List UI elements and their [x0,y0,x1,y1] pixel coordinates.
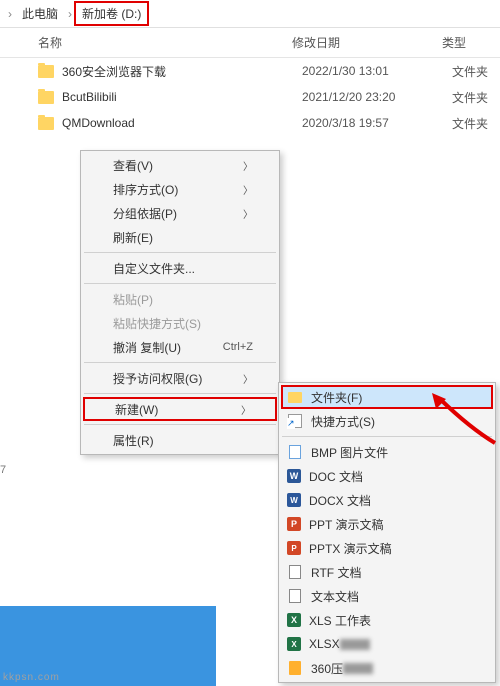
file-row[interactable]: QMDownload 2020/3/18 19:57 文件夹 [0,110,500,136]
col-header-type[interactable]: 类型 [442,34,488,51]
pptx-icon: P [287,541,301,555]
submenu-bmp[interactable]: BMP 图片文件 [281,440,493,464]
menu-grant-access[interactable]: 授予访问权限(G)〉 [83,366,277,390]
chevron-right-icon: 〉 [243,158,253,173]
xlsx-icon: X [287,637,301,651]
menu-customize[interactable]: 自定义文件夹... [83,256,277,280]
chevron-right-icon: 〉 [243,182,253,197]
submenu-zip[interactable]: 360压 [281,656,493,680]
file-row[interactable]: 360安全浏览器下载 2022/1/30 13:01 文件夹 [0,58,500,84]
menu-view[interactable]: 查看(V)〉 [83,153,277,177]
submenu-xlsx[interactable]: X XLSX [281,632,493,656]
menu-paste: 粘贴(P) [83,287,277,311]
blurred-text [340,639,370,650]
crumb-parent[interactable]: 此电脑 [14,1,66,26]
folder-icon [38,91,54,104]
file-date: 2020/3/18 19:57 [302,116,452,130]
menu-separator [282,436,492,437]
chevron-right-icon: 〉 [243,371,253,386]
file-type: 文件夹 [452,115,488,132]
crumb-current[interactable]: 新加卷 (D:) [74,1,149,26]
file-type: 文件夹 [452,89,488,106]
submenu-shortcut[interactable]: 快捷方式(S) [281,409,493,433]
menu-sort[interactable]: 排序方式(O)〉 [83,177,277,201]
column-headers: 名称 修改日期 类型 [0,28,500,58]
file-name: BcutBilibili [62,90,302,104]
file-row[interactable]: BcutBilibili 2021/12/20 23:20 文件夹 [0,84,500,110]
folder-icon [38,117,54,130]
menu-properties[interactable]: 属性(R) [83,428,277,452]
menu-refresh[interactable]: 刷新(E) [83,225,277,249]
submenu-rtf[interactable]: RTF 文档 [281,560,493,584]
menu-shortcut: Ctrl+Z [223,341,253,353]
file-list: 360安全浏览器下载 2022/1/30 13:01 文件夹 BcutBilib… [0,58,500,136]
menu-separator [84,424,276,425]
menu-separator [84,283,276,284]
menu-undo[interactable]: 撤消 复制(U)Ctrl+Z [83,335,277,359]
breadcrumb: › 此电脑 › 新加卷 (D:) [0,0,500,28]
folder-icon [38,65,54,78]
file-date: 2022/1/30 13:01 [302,64,452,78]
doc-icon: W [287,469,301,483]
file-type: 文件夹 [452,63,488,80]
file-date: 2021/12/20 23:20 [302,90,452,104]
folder-icon [287,389,303,405]
ppt-icon: P [287,517,301,531]
zip-icon [287,660,303,676]
submenu-pptx[interactable]: P PPTX 演示文稿 [281,536,493,560]
submenu-folder[interactable]: 文件夹(F) [281,385,493,409]
crumb-sep: › [66,7,74,21]
chevron-right-icon: 〉 [241,402,251,417]
menu-paste-shortcut: 粘贴快捷方式(S) [83,311,277,335]
col-header-name[interactable]: 名称 [12,34,292,51]
submenu-doc[interactable]: W DOC 文档 [281,464,493,488]
context-menu: 查看(V)〉 排序方式(O)〉 分组依据(P)〉 刷新(E) 自定义文件夹...… [80,150,280,455]
col-header-date[interactable]: 修改日期 [292,34,442,51]
submenu-new: 文件夹(F) 快捷方式(S) BMP 图片文件 W DOC 文档 W DOCX … [278,382,496,683]
crumb-sep-prefix: › [6,7,14,21]
menu-separator [84,252,276,253]
txt-icon [287,588,303,604]
menu-separator [84,362,276,363]
bmp-icon [287,444,303,460]
menu-group[interactable]: 分组依据(P)〉 [83,201,277,225]
submenu-xls[interactable]: X XLS 工作表 [281,608,493,632]
submenu-docx[interactable]: W DOCX 文档 [281,488,493,512]
docx-icon: W [287,493,301,507]
menu-separator [84,393,276,394]
rtf-icon [287,564,303,580]
chevron-right-icon: 〉 [243,206,253,221]
xls-icon: X [287,613,301,627]
file-name: QMDownload [62,116,302,130]
watermark: kkpsn.com [3,672,60,683]
sidebar-stub: 7 [0,440,10,500]
submenu-txt[interactable]: 文本文档 [281,584,493,608]
file-name: 360安全浏览器下载 [62,63,302,80]
submenu-ppt[interactable]: P PPT 演示文稿 [281,512,493,536]
blurred-text [343,663,373,674]
menu-new[interactable]: 新建(W)〉 [83,397,277,421]
shortcut-icon [287,413,303,429]
